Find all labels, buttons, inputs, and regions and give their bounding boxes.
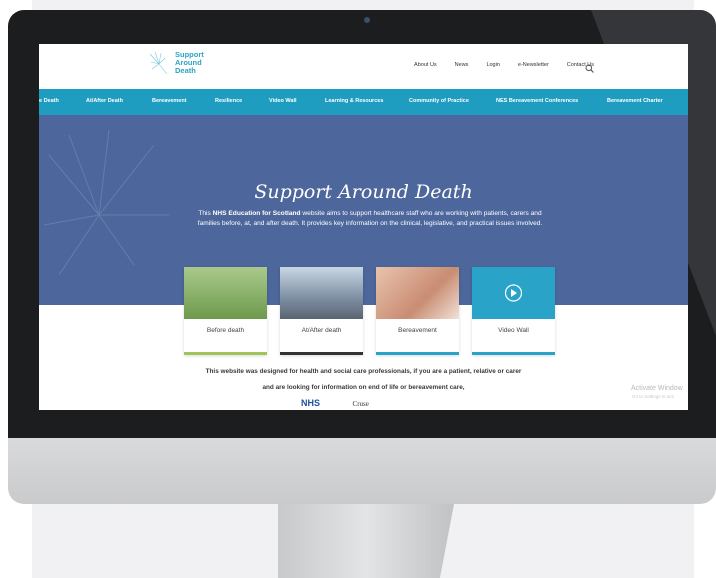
nav-newsletter[interactable]: e-Newsletter — [518, 62, 549, 68]
hero-text-pre: This — [198, 210, 213, 217]
nav-login[interactable]: Login — [486, 62, 499, 68]
card-image — [472, 267, 555, 319]
card-accent — [472, 352, 555, 355]
search-icon[interactable] — [585, 60, 594, 73]
tagline-line-2: and are looking for information on end o… — [262, 384, 465, 391]
nav-news[interactable]: News — [455, 62, 469, 68]
main-nav-community[interactable]: Community of Practice — [409, 98, 469, 104]
nav-about-us[interactable]: About Us — [414, 62, 437, 68]
card-image — [376, 267, 459, 319]
site-logo[interactable]: Support Around Death — [147, 50, 204, 76]
nhs-logo: NHS — [301, 398, 321, 408]
card-label: Before death — [206, 327, 245, 334]
card-accent — [376, 352, 459, 355]
card-accent — [184, 352, 267, 355]
partner-logos: NHS Cruse — [301, 398, 369, 408]
main-nav: e Death At/After Death Bereavement Resil… — [39, 89, 688, 115]
monitor-stand — [278, 504, 454, 578]
main-nav-before-death[interactable]: e Death — [39, 98, 59, 104]
main-nav-learning[interactable]: Learning & Resources — [325, 98, 383, 104]
main-nav-video-wall[interactable]: Video Wall — [269, 98, 297, 104]
camera-icon — [364, 17, 370, 23]
windows-activation-subtitle: Go to Settings to acti — [632, 394, 674, 399]
hero-title: Support Around Death — [254, 181, 473, 203]
main-nav-bereavement[interactable]: Bereavement — [152, 98, 187, 104]
card-before-death[interactable]: Before death — [184, 267, 267, 355]
card-label: Bereavement — [398, 327, 437, 334]
card-label: Video Wall — [498, 327, 529, 334]
card-image — [184, 267, 267, 319]
site-header: Support Around Death About Us News Login… — [39, 44, 688, 89]
main-nav-conferences[interactable]: NES Bereavement Conferences — [496, 98, 578, 104]
main-nav-charter[interactable]: Bereavement Charter — [607, 98, 663, 104]
hero-text-bold: NHS Education for Scotland — [212, 210, 301, 217]
logo-line-3: Death — [175, 66, 196, 75]
windows-activation-title: Activate Window — [631, 385, 683, 392]
monitor-chin — [8, 438, 716, 504]
top-nav: About Us News Login e-Newsletter Contact… — [414, 62, 594, 68]
dandelion-icon — [147, 50, 171, 76]
hero-description: This NHS Education for Scotland website … — [189, 209, 551, 228]
card-label: At/After death — [301, 327, 342, 334]
hero-banner: Support Around Death This NHS Education … — [39, 115, 688, 305]
play-icon — [504, 284, 523, 302]
browser-screen: Support Around Death About Us News Login… — [39, 44, 688, 410]
card-video-wall[interactable]: Video Wall — [472, 267, 555, 355]
tagline-line-1: This website was designed for health and… — [205, 368, 522, 375]
card-bereavement[interactable]: Bereavement — [376, 267, 459, 355]
main-nav-resilience[interactable]: Resilience — [215, 98, 242, 104]
cruse-logo: Cruse — [352, 400, 369, 408]
card-image — [280, 267, 363, 319]
main-nav-at-after-death[interactable]: At/After Death — [86, 98, 123, 104]
card-at-after-death[interactable]: At/After death — [280, 267, 363, 355]
card-accent — [280, 352, 363, 355]
